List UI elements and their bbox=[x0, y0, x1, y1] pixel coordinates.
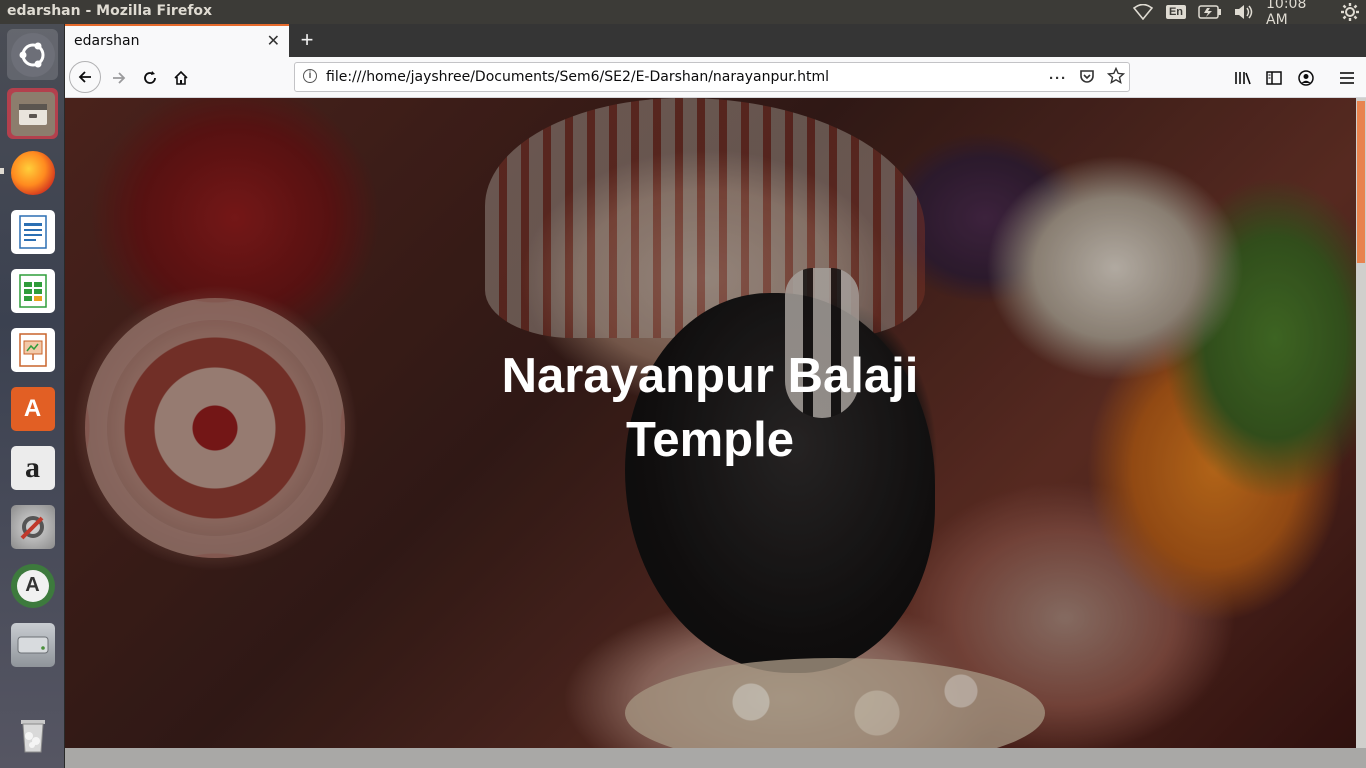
libreoffice-writer-icon bbox=[10, 209, 55, 254]
software-center-icon: A bbox=[10, 386, 55, 431]
tab-title: edarshan bbox=[74, 33, 140, 49]
system-settings-icon bbox=[10, 504, 55, 549]
home-button[interactable] bbox=[165, 62, 197, 94]
url-bar[interactable]: i file:///home/jayshree/Documents/Sem6/S… bbox=[294, 62, 1130, 92]
sidebar-button[interactable] bbox=[1258, 62, 1290, 94]
system-top-bar: edarshan - Mozilla Firefox En 10:08 AM bbox=[0, 0, 1366, 28]
page-content: Narayanpur Balaji Temple bbox=[65, 98, 1356, 748]
launcher-running-pip bbox=[0, 168, 4, 174]
firefox-icon bbox=[10, 150, 55, 195]
account-button[interactable] bbox=[1290, 62, 1322, 94]
back-arrow-icon bbox=[78, 71, 91, 83]
clock[interactable]: 10:08 AM bbox=[1266, 0, 1330, 28]
libreoffice-calc-icon bbox=[10, 268, 55, 313]
trash-icon bbox=[11, 712, 55, 756]
hamburger-menu-icon bbox=[1340, 72, 1354, 84]
forward-button[interactable] bbox=[103, 62, 135, 94]
libreoffice-calc-button[interactable] bbox=[7, 265, 58, 316]
amazon-icon: a bbox=[10, 445, 55, 490]
url-input[interactable]: file:///home/jayshree/Documents/Sem6/SE2… bbox=[326, 69, 829, 85]
site-info-icon[interactable]: i bbox=[303, 69, 317, 83]
account-icon bbox=[1298, 70, 1314, 86]
reload-button[interactable] bbox=[134, 62, 166, 94]
ubuntu-dash-icon bbox=[10, 32, 55, 77]
menu-button[interactable] bbox=[1331, 62, 1363, 94]
settings-gear-icon[interactable] bbox=[1338, 0, 1362, 24]
window-title: edarshan - Mozilla Firefox bbox=[7, 3, 213, 19]
navigation-toolbar: i file:///home/jayshree/Documents/Sem6/S… bbox=[65, 57, 1366, 98]
reload-icon bbox=[144, 71, 156, 84]
files-button[interactable] bbox=[7, 88, 58, 139]
libreoffice-writer-button[interactable] bbox=[7, 206, 58, 257]
trash-button[interactable] bbox=[7, 708, 58, 759]
libreoffice-impress-icon bbox=[10, 327, 55, 372]
battery-icon[interactable] bbox=[1196, 0, 1224, 24]
software-updater-icon: A bbox=[10, 563, 55, 608]
amazon-button[interactable]: a bbox=[7, 442, 58, 493]
disk-drive-button[interactable] bbox=[7, 619, 58, 670]
software-center-button[interactable]: A bbox=[7, 383, 58, 434]
keyboard-layout-label: En bbox=[1165, 5, 1187, 19]
wifi-icon[interactable] bbox=[1131, 0, 1155, 24]
tab-edarshan[interactable]: edarshan ✕ bbox=[65, 24, 289, 57]
url-bar-actions: ··· bbox=[1049, 66, 1126, 90]
close-tab-icon[interactable]: ✕ bbox=[267, 31, 280, 51]
pocket-icon[interactable] bbox=[1079, 68, 1095, 88]
software-updater-button[interactable]: A bbox=[7, 560, 58, 611]
forward-arrow-icon bbox=[113, 72, 126, 84]
new-tab-button[interactable]: + bbox=[294, 27, 320, 53]
home-icon bbox=[174, 70, 188, 85]
page-title: Narayanpur Balaji Temple bbox=[501, 349, 919, 467]
library-icon bbox=[1235, 72, 1251, 85]
libreoffice-impress-button[interactable] bbox=[7, 324, 58, 375]
library-button[interactable] bbox=[1227, 62, 1259, 94]
ubuntu-dash-button[interactable] bbox=[7, 29, 58, 80]
page-actions-icon[interactable]: ··· bbox=[1049, 70, 1067, 87]
scrollbar-thumb[interactable] bbox=[1357, 101, 1365, 263]
disk-drive-icon bbox=[10, 622, 55, 667]
files-icon bbox=[10, 91, 55, 136]
firefox-button[interactable] bbox=[7, 147, 58, 198]
launcher: A a A bbox=[0, 24, 65, 768]
sidebar-icon bbox=[1266, 71, 1282, 85]
bookmark-star-icon[interactable] bbox=[1106, 66, 1126, 89]
back-button[interactable] bbox=[69, 61, 101, 93]
page-bottom-strip bbox=[65, 748, 1366, 768]
volume-icon[interactable] bbox=[1232, 0, 1256, 24]
keyboard-layout-indicator[interactable]: En bbox=[1164, 0, 1188, 24]
system-settings-button[interactable] bbox=[7, 501, 58, 552]
tab-bar: edarshan ✕ + bbox=[65, 24, 1366, 57]
